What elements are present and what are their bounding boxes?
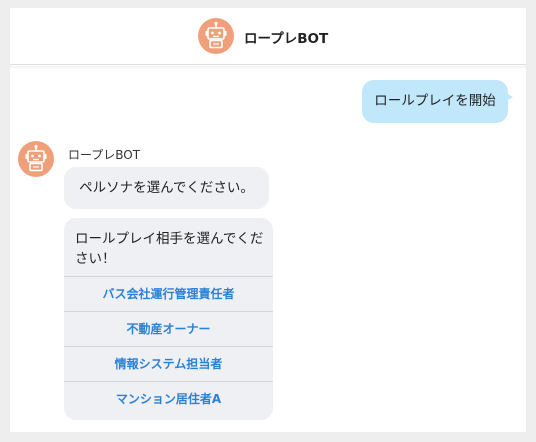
robot-icon <box>198 18 234 54</box>
option-button-it-staff[interactable]: 情報システム担当者 <box>64 346 273 381</box>
header-title: ロープレBOT <box>244 31 329 47</box>
robot-icon <box>18 141 54 177</box>
chat-header: ロープレBOT <box>10 8 526 65</box>
persona-selection-card: ロールプレイ相手を選んでください！ バス会社運行管理責任者 不動産オーナー 情報… <box>64 218 273 420</box>
bot-name: ロープレBOT <box>68 148 141 162</box>
user-bubble-tail <box>504 92 513 102</box>
option-button-real-estate-owner[interactable]: 不動産オーナー <box>64 311 273 346</box>
card-prompt: ロールプレイ相手を選んでください！ <box>75 231 264 267</box>
chat-window: ロープレBOT ロールプレイを開始 ロープレBOT ペルソナを選んでください。 … <box>10 8 526 432</box>
bot-message-bubble: ペルソナを選んでください。 <box>64 167 269 209</box>
option-button-apartment-resident[interactable]: マンション居住者A <box>64 381 273 416</box>
option-button-bus-manager[interactable]: バス会社運行管理責任者 <box>64 276 273 311</box>
user-message-bubble: ロールプレイを開始 <box>362 80 508 123</box>
header-shadow <box>10 66 526 69</box>
